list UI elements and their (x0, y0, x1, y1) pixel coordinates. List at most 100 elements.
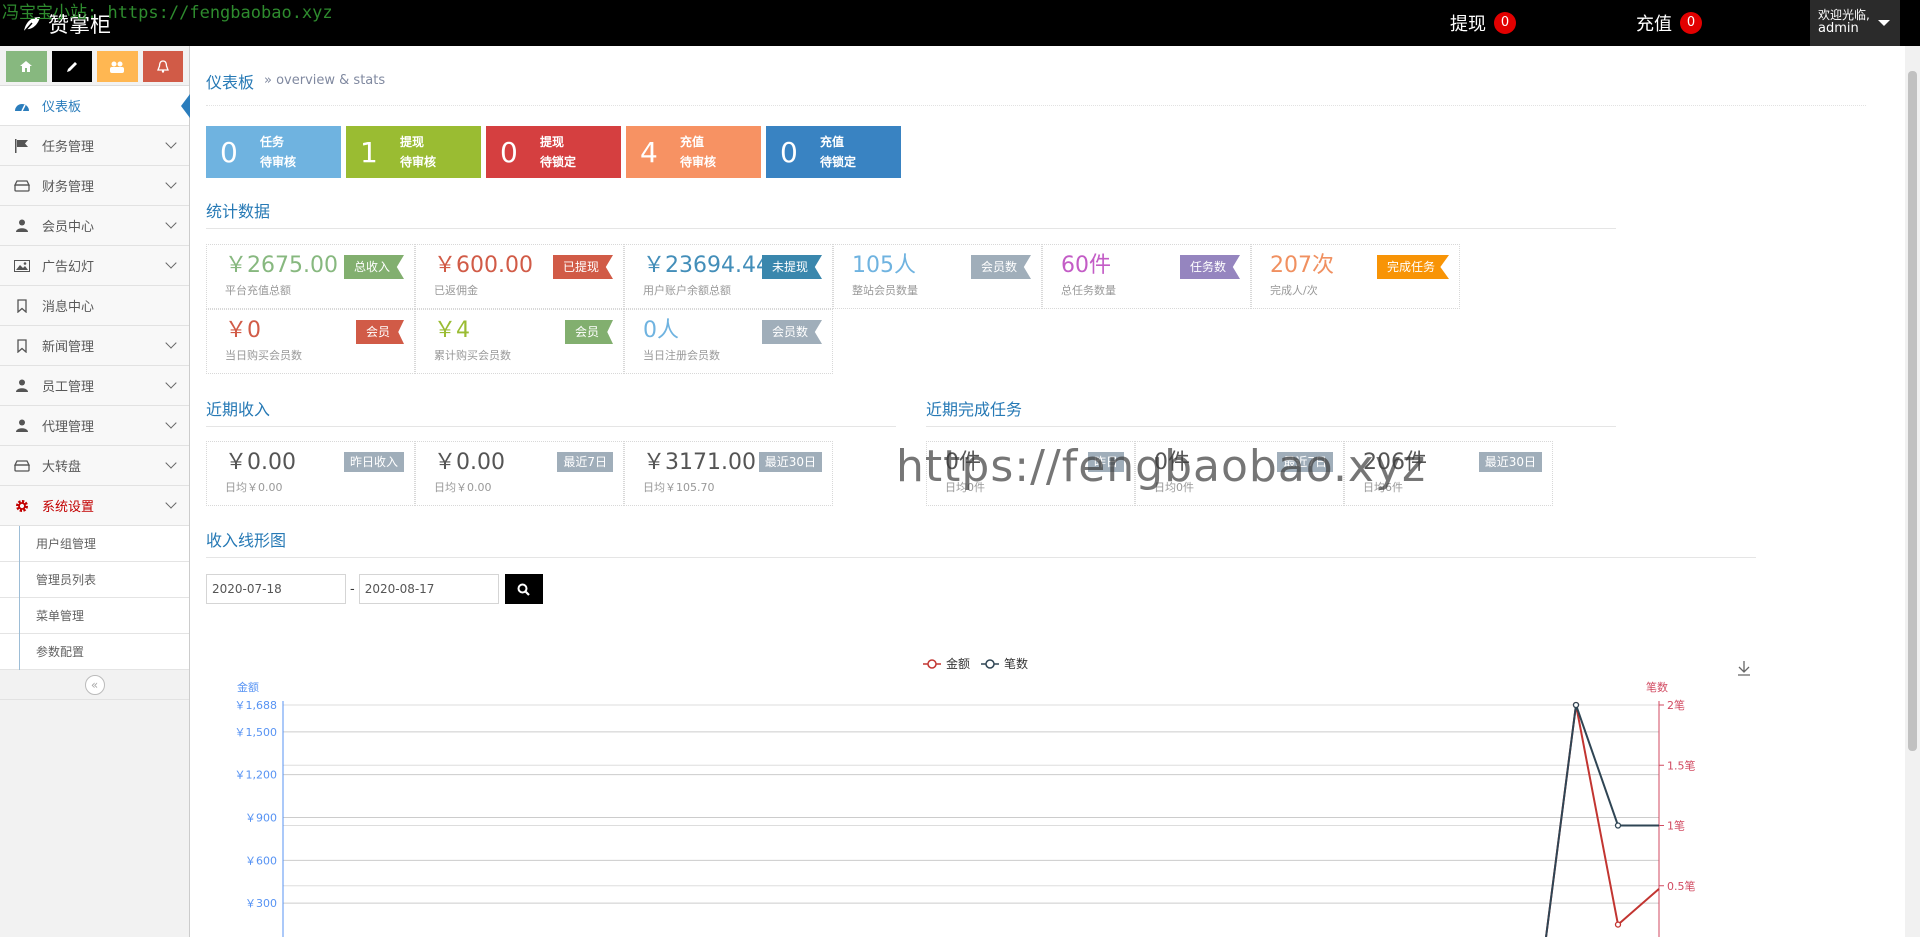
stat-tag: 会员 (564, 320, 613, 344)
left-tick-label: ￥600 (245, 854, 277, 867)
sidebar-item-tasks[interactable]: 任务管理 (0, 126, 189, 166)
user-icon (12, 379, 32, 393)
sidebar-item-finance[interactable]: 财务管理 (0, 166, 189, 206)
stats-section-title: 统计数据 (206, 198, 1616, 229)
right-tick-label: 0.5笔 (1667, 879, 1696, 893)
quick-sublabel: 待锁定 (540, 155, 577, 169)
quick-count: 0 (500, 135, 518, 169)
quick-box-recharge-review[interactable]: 4 充值 待审核 (626, 126, 761, 178)
chevron-down-icon (165, 497, 177, 509)
stat-caption: 累计购买会员数 (434, 349, 511, 362)
chevron-down-icon (165, 257, 177, 269)
sidebar-item-wheel[interactable]: 大转盘 (0, 446, 189, 486)
stat-tag: 会员数 (970, 255, 1031, 279)
quick-stats: 0 任务 待审核 1 提现 待审核 0 提现 待锁定 4 充值 待审核 0 充值 待锁定 (206, 126, 901, 178)
sidebar-item-label: 代理管理 (42, 420, 95, 435)
sidebar-item-settings[interactable]: 系统设置 (0, 486, 189, 526)
chevron-down-icon (165, 217, 177, 229)
download-icon[interactable] (1738, 661, 1750, 676)
recharge-label: 充值 (1636, 14, 1672, 35)
sidebar-item-staff[interactable]: 员工管理 (0, 366, 189, 406)
top-watermark: 冯宝宝小站: https://fengbaobao.xyz (2, 3, 333, 23)
sidebar-item-ads[interactable]: 广告幻灯 (0, 246, 189, 286)
sidebar-item-label: 系统设置 (42, 500, 95, 515)
home-shortcut-button[interactable] (6, 51, 47, 82)
submenu-item-admin-list[interactable]: 管理员列表 (0, 562, 189, 598)
sidebar-item-dashboard[interactable]: 仪表板 (0, 86, 190, 126)
chevron-down-icon (165, 177, 177, 189)
page-scrollbar[interactable] (1905, 46, 1920, 937)
recharge-badge: 0 (1680, 12, 1702, 34)
left-tick-label: ￥300 (245, 897, 277, 910)
stat-caption: 日均￥105.70 (643, 481, 715, 494)
chevron-down-icon (165, 417, 177, 429)
dashboard-icon (12, 99, 32, 113)
submenu-item-user-groups[interactable]: 用户组管理 (0, 526, 189, 562)
stat-card: ￥600.00 已返佣金 已提现 (415, 244, 624, 309)
income-card: ￥0.00 日均￥0.00 最近7日 (415, 441, 624, 506)
stat-caption: 已返佣金 (434, 284, 478, 297)
stat-caption: 平台充值总额 (225, 284, 291, 297)
stat-tag: 总收入 (343, 255, 404, 279)
withdraw-badge: 0 (1494, 12, 1516, 34)
sidebar-item-agents[interactable]: 代理管理 (0, 406, 189, 446)
sidebar-item-news[interactable]: 新闻管理 (0, 326, 189, 366)
sidebar-item-members[interactable]: 会员中心 (0, 206, 189, 246)
right-axis-label: 笔数 (1646, 680, 1668, 694)
bookmark-icon (12, 338, 32, 353)
double-chevron-left-icon[interactable]: « (84, 674, 105, 695)
stat-tag: 会员 (355, 320, 404, 344)
chart-gridlines (283, 704, 1659, 904)
quick-sublabel: 待审核 (400, 155, 437, 169)
series-point (1572, 701, 1580, 709)
stat-caption: 整站会员数量 (852, 284, 918, 297)
quick-box-withdraw-review[interactable]: 1 提现 待审核 (346, 126, 481, 178)
stat-tag: 完成任务 (1376, 255, 1449, 279)
withdraw-nav[interactable]: 提现 0 (1450, 10, 1516, 36)
sidebar-item-messages[interactable]: 消息中心 (0, 286, 189, 326)
tasks-grid: 0件 日均0件 昨日 0件 日均0件 最近7日 206件 日均6件 最近30日 (926, 441, 1553, 506)
left-tick-label: ￥1,200 (235, 769, 278, 782)
task-card: 206件 日均6件 最近30日 (1344, 441, 1553, 506)
start-date-input[interactable] (206, 574, 346, 604)
stat-caption: 日均0件 (945, 481, 985, 494)
quick-box-recharge-lock[interactable]: 0 充值 待锁定 (766, 126, 901, 178)
users-shortcut-button[interactable] (97, 51, 138, 82)
series-point (1614, 822, 1622, 829)
left-axis-ticks: ￥300 ￥600 ￥900 ￥1,200 ￥1,500 ￥1,688 (235, 699, 278, 910)
stat-tag: 昨日 (1087, 452, 1124, 472)
stat-tag: 昨日收入 (343, 452, 404, 472)
pencil-shortcut-button[interactable] (51, 51, 92, 82)
stat-caption: 当日购买会员数 (225, 349, 302, 362)
chevron-down-icon (165, 457, 177, 469)
stat-caption: 日均0件 (1154, 481, 1194, 494)
stat-card: ￥2675.00 平台充值总额 总收入 (206, 244, 415, 309)
legend-count: 笔数 (1004, 656, 1028, 671)
end-date-input[interactable] (358, 574, 499, 604)
top-navbar: 赞掌柜 冯宝宝小站: https://fengbaobao.xyz 提现 0 充… (0, 0, 1920, 46)
user-menu[interactable]: 欢迎光临, admin (1810, 0, 1900, 46)
submenu-item-params[interactable]: 参数配置 (0, 634, 189, 670)
chart-axes (282, 701, 1660, 937)
sidebar-item-label: 会员中心 (42, 220, 95, 235)
quick-count: 0 (780, 135, 798, 169)
stat-card: ￥23694.44 用户账户余额总额 未提现 (624, 244, 833, 309)
submenu-item-menus[interactable]: 菜单管理 (0, 598, 189, 634)
scrollbar-thumb[interactable] (1908, 71, 1917, 751)
quick-label: 提现 (400, 135, 425, 149)
recharge-nav[interactable]: 充值 0 (1636, 10, 1702, 36)
quick-box-withdraw-lock[interactable]: 0 提现 待锁定 (486, 126, 621, 178)
quick-box-task-review[interactable]: 0 任务 待审核 (206, 126, 341, 178)
right-tick-label: 1.5笔 (1667, 758, 1696, 772)
bell-icon (156, 60, 169, 73)
search-icon (517, 583, 530, 596)
stat-caption: 完成人/次 (1270, 284, 1318, 297)
stat-card: ￥4 累计购买会员数 会员 (415, 309, 624, 374)
bell-shortcut-button[interactable] (142, 51, 183, 82)
line-chart-title: 收入线形图 (206, 527, 1756, 558)
search-button[interactable] (504, 574, 543, 604)
task-card: 0件 日均0件 最近7日 (1135, 441, 1344, 506)
stat-tag: 最近30日 (758, 452, 822, 472)
sidebar-item-label: 任务管理 (42, 140, 95, 155)
chart-legend[interactable]: 金额 笔数 (923, 656, 1028, 671)
